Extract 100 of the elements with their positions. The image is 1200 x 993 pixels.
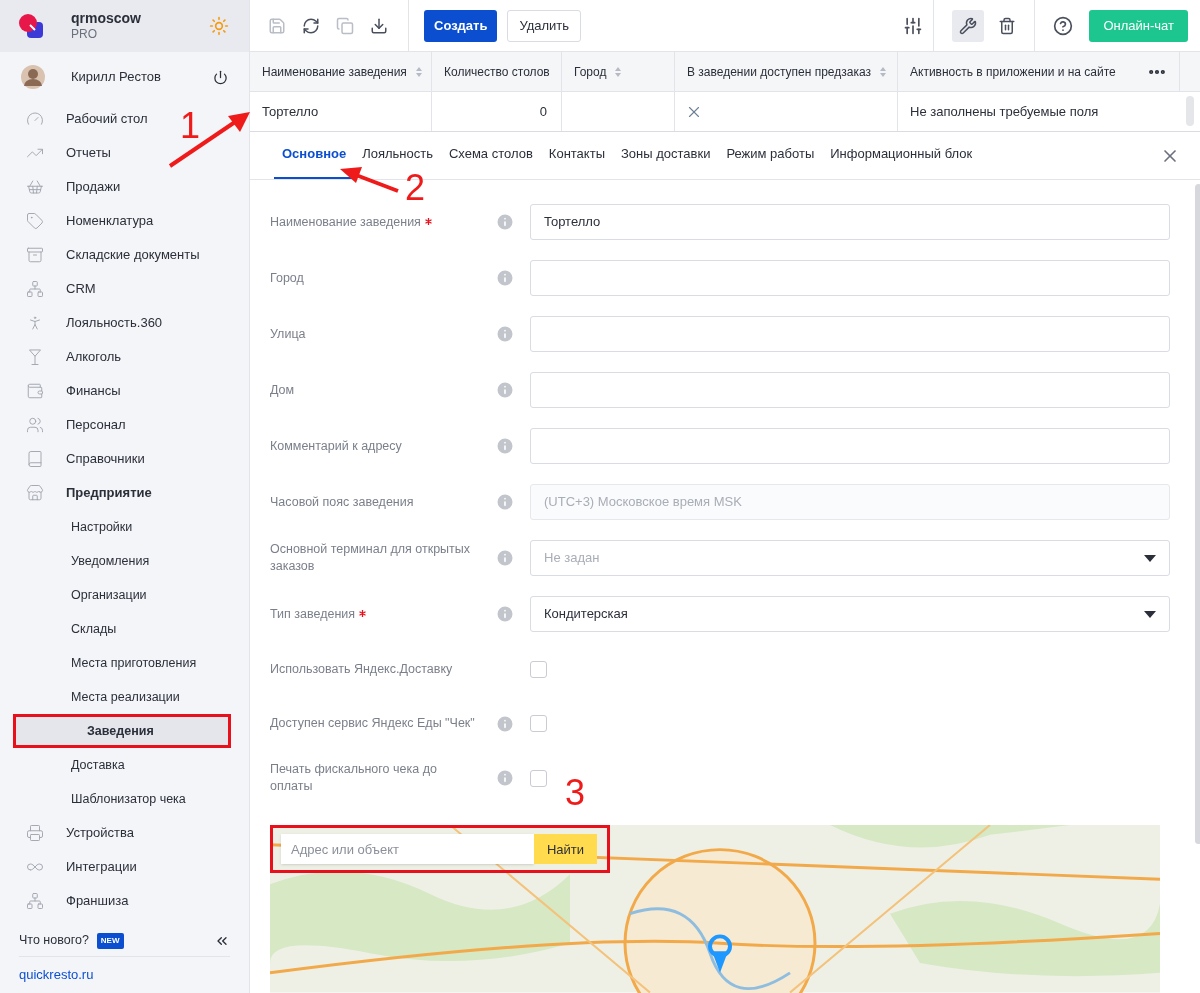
map-search-field[interactable]: Адрес или объект Найти [270, 825, 610, 874]
people-icon [26, 416, 44, 434]
select-field[interactable]: Кондитерская [530, 596, 1170, 632]
trash-icon[interactable] [998, 16, 1017, 35]
column-header[interactable]: Активность в приложении и на сайте [910, 62, 1116, 81]
info-icon[interactable] [495, 380, 515, 400]
tab[interactable]: Контакты [540, 131, 613, 179]
tab[interactable]: Режим работы [718, 131, 823, 179]
table-cell-text: Не заполнены требуемые поля [910, 102, 1099, 121]
sidebar-item[interactable]: Предприятие [26, 476, 152, 510]
sidebar-item[interactable]: Номенклатура [26, 204, 154, 238]
sidebar-item[interactable]: Продажи [26, 170, 121, 204]
sidebar-subitem[interactable]: Организации [0, 578, 249, 612]
sidebar-subitem[interactable]: Настройки [0, 510, 249, 544]
tab[interactable]: Зоны доставки [613, 131, 719, 179]
info-icon[interactable] [495, 436, 515, 456]
logo-icon [18, 13, 44, 39]
gauge-icon [26, 110, 44, 128]
power-icon[interactable] [213, 69, 228, 85]
delete-button[interactable]: Удалить [507, 9, 582, 42]
whats-new-link[interactable]: Что нового? [19, 931, 89, 950]
sidebar-subitem[interactable]: Места реализации [0, 680, 249, 714]
sidebar-item[interactable]: Справочники [26, 442, 145, 476]
column-header[interactable]: Количество столов [444, 62, 550, 81]
checkbox[interactable] [530, 769, 547, 787]
sidebar-item[interactable]: Алкоголь [26, 340, 122, 374]
info-icon[interactable] [495, 768, 515, 789]
sidebar-subitem[interactable]: Шаблонизатор чека [0, 782, 249, 816]
map[interactable]: Адрес или объект Найти [270, 825, 1160, 993]
info-icon[interactable] [495, 548, 515, 568]
sidebar-subitem[interactable]: Заведения [13, 714, 231, 748]
sidebar-item[interactable]: Интеграции [26, 850, 137, 884]
sidebar-item[interactable]: Отчеты [26, 136, 111, 170]
refresh-icon[interactable] [302, 16, 320, 35]
table-cell-text: Тортелло [262, 102, 319, 121]
scrollbar[interactable] [1186, 96, 1194, 126]
copy-icon[interactable] [336, 16, 354, 35]
help-icon[interactable] [1053, 15, 1074, 36]
wallet-icon [26, 382, 44, 400]
annotation-number: 2 [405, 170, 426, 206]
sidebar-subitem[interactable]: Склады [0, 612, 249, 646]
input-field[interactable] [530, 260, 1170, 296]
user-name: Кирилл Рестов [71, 68, 161, 87]
tab[interactable]: Схема столов [440, 131, 541, 179]
field-label: Основной терминал для открытых заказов [270, 541, 472, 575]
info-icon[interactable] [495, 268, 515, 288]
field-label: Часовой пояс заведения [270, 493, 414, 511]
save-icon[interactable] [268, 16, 286, 35]
sidebar-item[interactable]: Лояльность.360 [26, 306, 163, 340]
info-icon[interactable] [495, 212, 515, 232]
input-field[interactable] [530, 316, 1170, 352]
input-field[interactable] [530, 428, 1170, 464]
input-field[interactable]: Тортелло [530, 204, 1170, 240]
sun-icon[interactable] [209, 16, 229, 36]
sidebar-subitem[interactable]: Доставка [0, 748, 249, 782]
scrollbar[interactable] [1195, 184, 1200, 844]
download-icon[interactable] [370, 16, 388, 35]
caret-icon [1144, 610, 1156, 618]
caret-icon [1144, 554, 1156, 562]
info-icon[interactable] [495, 713, 515, 734]
field-label: Тип заведения [270, 605, 356, 623]
sidebar-item[interactable]: Франшиза [26, 884, 129, 918]
basket-icon [26, 178, 44, 196]
sidebar-item[interactable]: Складские документы [26, 238, 200, 272]
checkbox[interactable] [530, 660, 547, 678]
sidebar-item[interactable]: Рабочий стол [26, 102, 148, 136]
field-label: Город [270, 269, 304, 287]
plan-label: PRO [71, 27, 98, 43]
sidebar-item[interactable]: CRM [26, 272, 96, 306]
sort-icon[interactable] [414, 65, 423, 78]
annotation-number: 3 [565, 775, 586, 811]
info-icon[interactable] [495, 324, 515, 344]
field-label: Комментарий к адресу [270, 437, 402, 455]
field-label: Наименование заведения [270, 213, 421, 231]
column-header[interactable]: Наименование заведения [262, 62, 407, 81]
input-field[interactable] [530, 372, 1170, 408]
sidebar-subitem[interactable]: Места приготовления [0, 646, 249, 680]
site-link[interactable]: quickresto.ru [19, 965, 94, 985]
arrow-annotation [338, 165, 400, 193]
sliders-icon[interactable] [903, 15, 924, 36]
sidebar-subitem[interactable]: Уведомления [0, 544, 249, 578]
sort-icon[interactable] [878, 65, 887, 78]
info-icon[interactable] [495, 604, 515, 624]
field-label: Печать фискального чека до оплаты [270, 761, 438, 796]
column-header[interactable]: В заведении доступен предзаказ [687, 62, 871, 81]
tab[interactable]: Информационный блок [822, 131, 981, 179]
new-badge: NEW [96, 932, 124, 949]
sidebar-item[interactable]: Устройства [26, 816, 134, 850]
annotation-number: 1 [180, 108, 201, 144]
sidebar-item[interactable]: Финансы [26, 374, 121, 408]
table-cell-text: 0 [539, 102, 547, 121]
find-button[interactable]: Найти [533, 834, 597, 865]
account-name: qrmoscow [71, 9, 141, 28]
checkbox[interactable] [530, 715, 547, 733]
sidebar-item[interactable]: Персонал [26, 408, 126, 442]
create-button[interactable]: Создать [424, 9, 498, 42]
column-header[interactable]: Город [574, 62, 607, 81]
sort-icon[interactable] [614, 65, 623, 78]
printer-icon [26, 824, 44, 842]
tools-button[interactable] [952, 9, 985, 42]
